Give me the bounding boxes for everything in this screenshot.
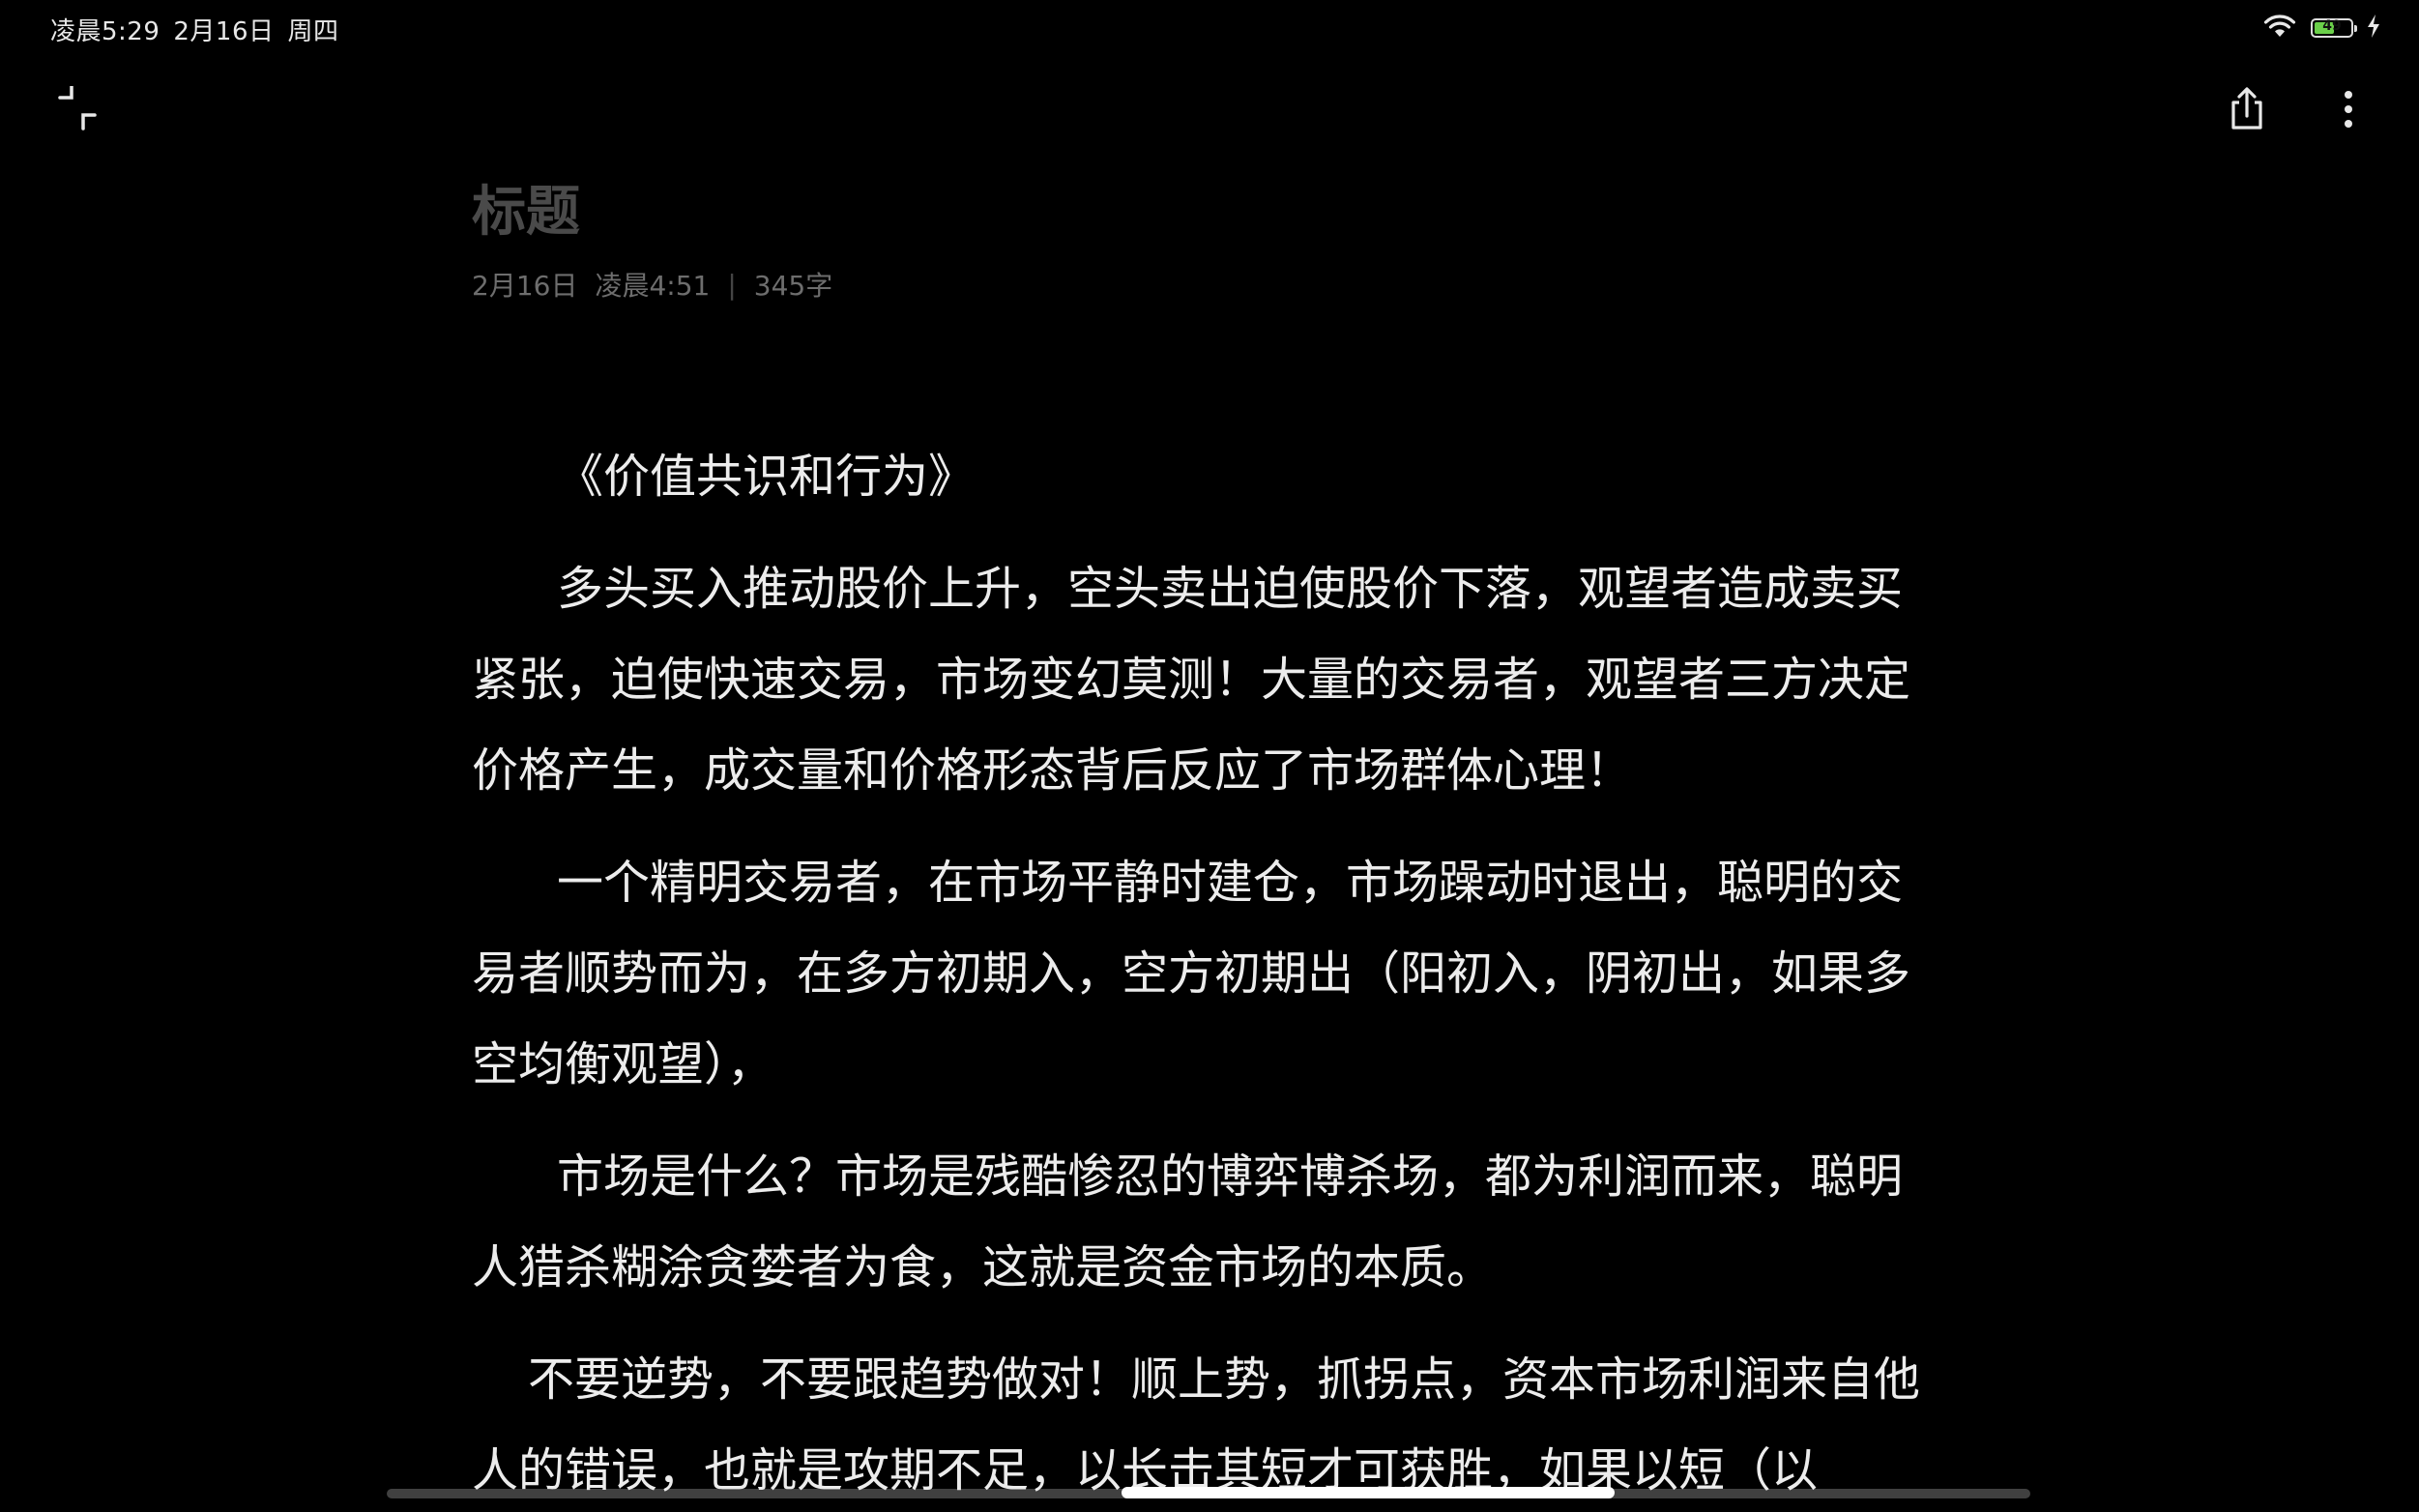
- wifi-icon: [2262, 14, 2297, 43]
- battery-icon: 49: [2311, 18, 2357, 38]
- note-body[interactable]: 《价值共识和行为》 多头买入推动股价上升，空头卖出迫使股价下落，观望者造成卖买紧…: [472, 431, 1932, 1512]
- note-paragraph: 不要逆势，不要跟趋势做对！顺上势，抓拐点，资本市场利润来自他人的错误，也就是攻期…: [472, 1352, 1921, 1497]
- note-meta: 2月16日 凌晨4:51 | 345字: [472, 265, 1932, 304]
- meta-separator: |: [727, 268, 737, 301]
- note-paragraph: 《价值共识和行为》: [557, 450, 976, 504]
- charging-icon: [2367, 15, 2380, 42]
- status-bar-left: 凌晨5:29 2月16日 周四: [50, 12, 353, 47]
- note-word-count: 345字: [753, 270, 833, 302]
- note-paragraph: 市场是什么？市场是残酷惨忍的博弈博杀场，都为利润而来，聪明人猎杀糊涂贪婪者为食，…: [472, 1149, 1904, 1294]
- gesture-navigation-bar[interactable]: [1122, 1487, 1615, 1498]
- battery-percent: 49: [2322, 18, 2342, 34]
- note-paragraph: 多头买入推动股价上升，空头卖出迫使股价下落，观望者造成卖买紧张，迫使快速交易，市…: [472, 562, 1911, 798]
- note-time: 凌晨4:51: [595, 270, 711, 302]
- note-paragraph: 一个精明交易者，在市场平静时建仓，市场躁动时退出，聪明的交易者顺势而为，在多方初…: [472, 856, 1911, 1091]
- status-time: 凌晨5:29: [50, 17, 160, 46]
- status-bar-right: 49: [2262, 14, 2380, 43]
- status-date: 2月16日: [173, 17, 275, 46]
- more-options-button[interactable]: [2315, 77, 2382, 145]
- share-icon: [2228, 87, 2266, 135]
- collapse-fullscreen-button[interactable]: [44, 77, 111, 145]
- status-weekday: 周四: [287, 17, 339, 46]
- more-vertical-icon: [2343, 90, 2354, 132]
- notes-screen: 凌晨5:29 2月16日 周四 49 标题 2月16日 凌晨4:51 | 345…: [0, 0, 2419, 1512]
- share-button[interactable]: [2213, 77, 2281, 145]
- collapse-fullscreen-icon: [54, 84, 101, 136]
- note-editor: 标题 2月16日 凌晨4:51 | 345字 《价值共识和行为》 多头买入推动股…: [472, 174, 1932, 1512]
- note-date: 2月16日: [472, 270, 578, 302]
- note-title-field[interactable]: 标题: [472, 174, 1932, 251]
